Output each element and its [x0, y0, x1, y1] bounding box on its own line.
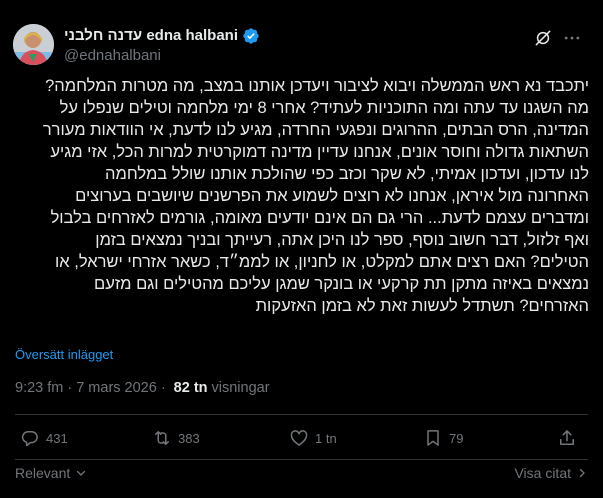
tweet-line: ואף זלזול, דבר חשוב נוסף, ספר לנו היכן א…: [95, 231, 589, 249]
tweet-line: מה השגנו עד עתה ומה התוכניות לעתיד? אחרי…: [59, 99, 589, 117]
display-name[interactable]: עדנה חלבני edna halbani: [64, 27, 238, 44]
meta-separator: ·: [67, 380, 73, 396]
post-meta: 9:23 fm · 7 mars 2026 · 82 tn visningar: [15, 380, 270, 396]
author-block: עדנה חלבני edna halbani @ednahalbani: [64, 26, 260, 64]
post-detail: עדנה חלבני edna halbani @ednahalbani יתכ…: [0, 0, 603, 498]
verified-badge-icon: [243, 27, 259, 44]
tweet-line: השתאות גדולה וחוסר אונים, אנחנו עדיין מד…: [50, 143, 589, 161]
views-count[interactable]: 82 tn: [174, 380, 208, 396]
avatar-image: [13, 24, 54, 65]
reply-count: 431: [46, 430, 68, 446]
repost-icon: [155, 431, 169, 445]
share-icon: [560, 430, 574, 445]
repost-button[interactable]: 383: [152, 428, 200, 448]
reply-icon: [21, 431, 38, 447]
translate-link[interactable]: Översätt inlägget: [15, 347, 113, 362]
view-quotes-link[interactable]: Visa citat: [514, 465, 588, 481]
divider: [15, 459, 588, 460]
bookmark-count: 79: [449, 430, 464, 446]
tweet-line: נמצאים באיזה מתקן תת קרקעי או בונקר שמגן…: [94, 275, 589, 293]
more-icon[interactable]: [562, 28, 582, 48]
reply-button[interactable]: 431: [20, 428, 68, 448]
action-bar: 431 383 1 tn 79: [0, 428, 603, 454]
like-count: 1 tn: [315, 430, 337, 446]
tweet-line: האזרחים? תשתדל לעשות זאת לא בזמן האזעקות: [255, 297, 589, 315]
avatar[interactable]: [13, 24, 54, 65]
repost-count: 383: [178, 430, 200, 446]
share-button[interactable]: [557, 428, 577, 448]
like-icon: [290, 430, 308, 446]
post-date[interactable]: 7 mars 2026: [76, 380, 157, 396]
sort-dropdown[interactable]: Relevant: [15, 465, 87, 481]
chevron-down-icon: [77, 470, 86, 476]
tweet-line: יתכבד נא ראש הממשלה ויבוא לציבור ויעדכן …: [45, 77, 589, 95]
tweet-line: האחרונה מול איראן, אנחנו לא רוצים לשמוע …: [75, 187, 589, 205]
handle[interactable]: @ednahalbani: [64, 47, 260, 64]
sort-label: Relevant: [15, 465, 71, 481]
post-time[interactable]: 9:23 fm: [15, 380, 63, 396]
grok-icon[interactable]: [533, 28, 553, 48]
chevron-right-icon: [579, 468, 585, 478]
tweet-line: המדינה, הרס הבתים, ההרוגים ונפגעי החרדה,…: [42, 121, 589, 139]
views-label: visningar: [211, 380, 270, 396]
tweet-line: לנו עדכון, ועדכון אמיתי, לא שקר וכזב כפי…: [105, 165, 589, 183]
tweet-line: ומדברים עצמם לדעת... הרי גם הם אינם יודע…: [50, 209, 589, 227]
divider: [15, 414, 588, 415]
bookmark-button[interactable]: 79: [423, 428, 463, 448]
tweet-line: הטילים? האם רצים אתם למקלט, או לחניון, א…: [55, 253, 589, 271]
meta-separator: ·: [160, 380, 166, 396]
quotes-label: Visa citat: [514, 465, 571, 481]
tweet-text: יתכבד נא ראש הממשלה ויבוא לציבור ויעדכן …: [14, 75, 589, 317]
like-button[interactable]: 1 tn: [289, 428, 337, 448]
bookmark-icon: [427, 430, 439, 446]
